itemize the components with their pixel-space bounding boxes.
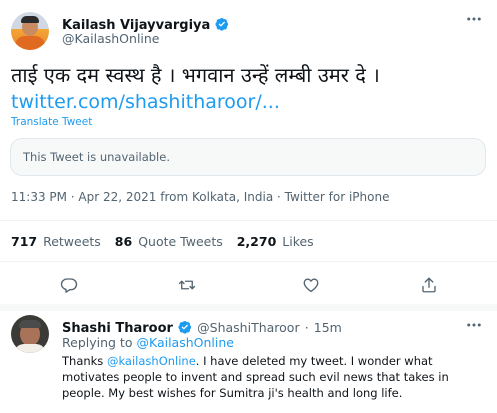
retweets-count: 717	[11, 234, 38, 249]
share-button[interactable]	[420, 276, 438, 294]
retweet-button[interactable]	[178, 276, 196, 294]
author-avatar[interactable]	[11, 12, 49, 50]
reply-text-thanks: Thanks	[62, 354, 104, 368]
reply-icon	[60, 278, 78, 293]
reply-mention-link[interactable]: @kailashOnline	[107, 354, 196, 368]
retweets-label: Retweets	[43, 234, 101, 249]
share-icon	[422, 277, 436, 293]
more-horizontal-icon	[467, 17, 481, 21]
reply-button[interactable]	[60, 276, 78, 294]
reply-author-avatar[interactable]	[11, 315, 49, 353]
likes-count: 2,270	[236, 234, 277, 249]
replying-handle-link[interactable]: @KailashOnline	[136, 335, 234, 350]
likes-stat[interactable]: 2,270 Likes	[237, 234, 314, 249]
reply-header: Shashi Tharoor @ShashiTharoor · 15m	[62, 317, 342, 336]
quotes-count: 86	[114, 234, 133, 249]
retweet-icon	[178, 280, 196, 290]
replying-prefix: Replying to	[62, 335, 133, 350]
tweet-author[interactable]: Kailash Vijayvargiya	[62, 14, 229, 33]
reply-more-options-button[interactable]	[462, 316, 486, 334]
verified-badge-icon	[178, 320, 192, 334]
quotes-stat[interactable]: 86 Quote Tweets	[115, 234, 227, 249]
like-button[interactable]	[302, 276, 320, 294]
more-options-button[interactable]	[462, 10, 486, 28]
translate-tweet-link[interactable]: Translate Tweet	[11, 116, 92, 128]
quotes-label: Quote Tweets	[138, 234, 223, 249]
divider	[0, 261, 497, 262]
reply-time[interactable]: 15m	[314, 320, 342, 335]
replying-to: Replying to @KailashOnline	[62, 335, 234, 350]
retweets-stat[interactable]: 717 Retweets	[11, 234, 105, 249]
more-horizontal-icon	[467, 323, 481, 327]
tweet-stats: 717 Retweets 86 Quote Tweets 2,270 Likes	[11, 234, 314, 249]
reply-text: Thanks @kailashOnline. I have deleted my…	[62, 353, 490, 401]
divider	[0, 304, 497, 311]
unavailable-text: This Tweet is unavailable.	[23, 150, 170, 164]
quoted-tweet-unavailable: This Tweet is unavailable.	[10, 138, 486, 176]
likes-label: Likes	[282, 234, 314, 249]
divider	[0, 220, 497, 221]
reply-author-name[interactable]: Shashi Tharoor	[62, 321, 173, 336]
like-icon	[303, 278, 319, 293]
verified-badge-icon	[215, 17, 229, 31]
tweet-text: ताई एक दम स्वस्थ है । भगवान उन्हें लम्बी…	[11, 63, 380, 87]
tweet-meta[interactable]: 11:33 PM · Apr 22, 2021 from Kolkata, In…	[11, 190, 389, 204]
reply-author-handle[interactable]: @ShashiTharoor	[197, 320, 299, 335]
author-handle[interactable]: @KailashOnline	[62, 31, 160, 46]
separator-dot: ·	[304, 320, 309, 335]
tweet-link[interactable]: twitter.com/shashitharoor/...	[11, 90, 280, 114]
